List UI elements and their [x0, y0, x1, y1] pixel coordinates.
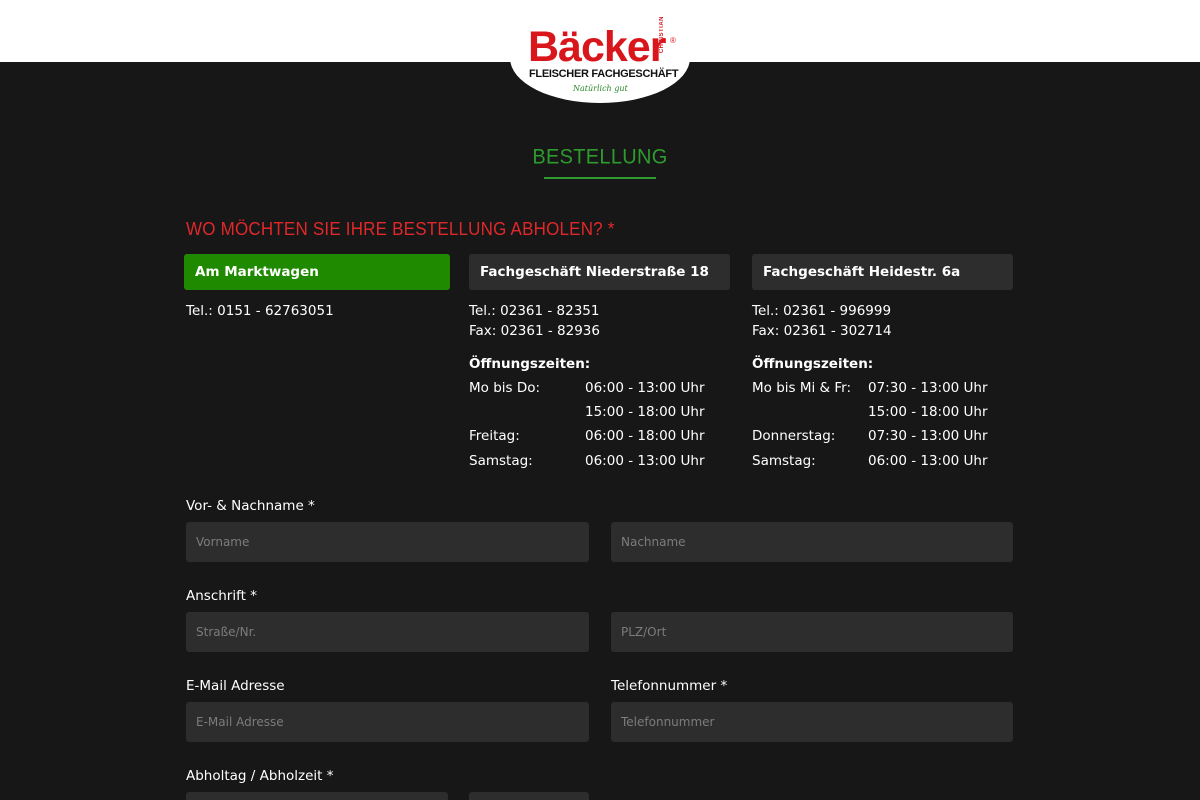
heidestrasse-hours-time: 07:30 - 13:00 Uhr: [868, 428, 988, 444]
niederstrasse-hours-time: 06:00 - 13:00 Uhr: [585, 453, 705, 469]
title-underline: [544, 177, 656, 179]
heidestrasse-hours-time: 15:00 - 18:00 Uhr: [868, 404, 988, 420]
address-label: Anschrift *: [186, 588, 257, 604]
lastname-input[interactable]: [611, 522, 1013, 562]
niederstrasse-hours-day: Mo bis Do:: [469, 380, 541, 396]
niederstrasse-hours-day: Samstag:: [469, 453, 533, 469]
logo-tagline: Natürlich gut: [573, 84, 628, 93]
niederstrasse-phone: Tel.: 02361 - 82351: [469, 303, 600, 319]
logo-registered-mark: ®: [670, 36, 676, 45]
pickup-day-input[interactable]: [186, 792, 448, 800]
pickup-time-input[interactable]: [469, 792, 589, 800]
niederstrasse-hours-title: Öffnungszeiten:: [469, 356, 591, 372]
logo-subtitle: FLEISCHER FACHGESCHÄFT: [529, 68, 679, 80]
location-button-niederstrasse[interactable]: Fachgeschäft Niederstraße 18: [469, 254, 730, 290]
heidestrasse-hours-day: Samstag:: [752, 453, 816, 469]
heidestrasse-hours-time: 06:00 - 13:00 Uhr: [868, 453, 988, 469]
heidestrasse-phone: Tel.: 02361 - 996999: [752, 303, 892, 319]
niederstrasse-hours-time: 06:00 - 18:00 Uhr: [585, 428, 705, 444]
firstname-input[interactable]: [186, 522, 589, 562]
email-label: E-Mail Adresse: [186, 678, 285, 694]
location-button-marktwagen[interactable]: Am Marktwagen: [184, 254, 450, 290]
phone-input[interactable]: [611, 702, 1013, 742]
heidestrasse-hours-day: Mo bis Mi & Fr:: [752, 380, 851, 396]
heidestrasse-hours-day: Donnerstag:: [752, 428, 836, 444]
niederstrasse-fax: Fax: 02361 - 82936: [469, 323, 600, 339]
heidestrasse-hours-time: 07:30 - 13:00 Uhr: [868, 380, 988, 396]
email-input[interactable]: [186, 702, 589, 742]
logo-brand-name: Bäcker: [528, 23, 666, 71]
niederstrasse-hours-time: 15:00 - 18:00 Uhr: [585, 404, 705, 420]
location-button-heidestrasse[interactable]: Fachgeschäft Heidestr. 6a: [752, 254, 1013, 290]
niederstrasse-hours-day: Freitag:: [469, 428, 520, 444]
page-title: BESTELLUNG: [532, 145, 668, 169]
name-label: Vor- & Nachname *: [186, 498, 315, 514]
niederstrasse-hours-time: 06:00 - 13:00 Uhr: [585, 380, 705, 396]
city-input[interactable]: [611, 612, 1013, 652]
pickup-location-question: WO MÖCHTEN SIE IHRE BESTELLUNG ABHOLEN? …: [186, 219, 615, 240]
street-input[interactable]: [186, 612, 589, 652]
phone-label: Telefonnummer *: [611, 678, 728, 694]
heidestrasse-fax: Fax: 02361 - 302714: [752, 323, 892, 339]
pickup-label: Abholtag / Abholzeit *: [186, 768, 334, 784]
heidestrasse-hours-title: Öffnungszeiten:: [752, 356, 874, 372]
marktwagen-phone: Tel.: 0151 - 62763051: [186, 303, 334, 319]
